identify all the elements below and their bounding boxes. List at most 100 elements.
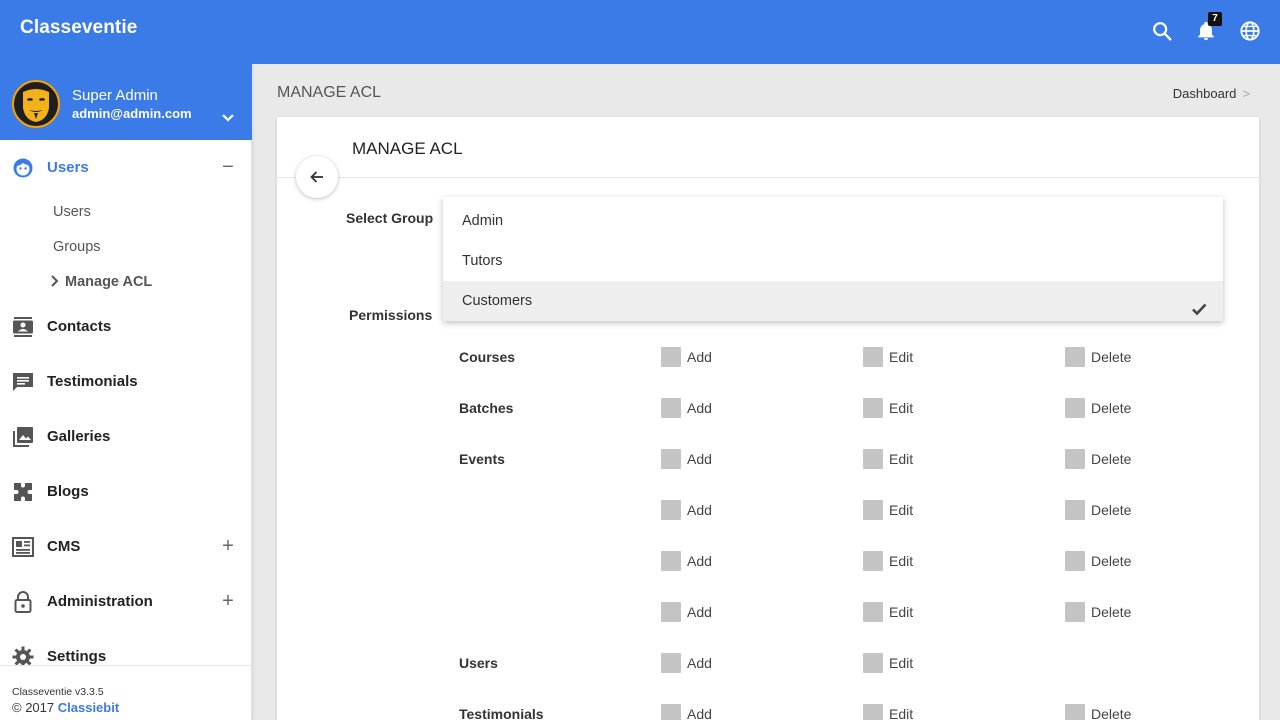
sidebar-item-users[interactable]: Users − — [0, 148, 251, 188]
permission-delete-checkbox[interactable] — [1065, 704, 1085, 720]
permission-edit-checkbox[interactable] — [863, 449, 883, 469]
lock-icon — [11, 590, 35, 614]
sidebar-footer: Classeventie v3.3.5 © 2017 Classiebit — [0, 665, 251, 720]
group-option-customers[interactable]: Customers — [443, 281, 1223, 321]
permission-edit-label: Edit — [889, 553, 914, 569]
group-select-dropdown[interactable]: Admin Tutors Customers — [443, 197, 1223, 321]
permission-module-label: Events — [459, 451, 505, 467]
group-option-admin[interactable]: Admin — [443, 201, 1223, 241]
permission-delete-checkbox[interactable] — [1065, 347, 1085, 367]
back-button[interactable] — [296, 156, 338, 198]
permission-module-label: Users — [459, 655, 498, 671]
permission-delete-checkbox[interactable] — [1065, 398, 1085, 418]
collapse-minus-icon[interactable]: − — [218, 157, 238, 177]
sidebar: Super Admin admin@admin.com Users − User… — [0, 64, 252, 720]
permission-add-label: Add — [687, 655, 712, 671]
sidebar-item-label: Contacts — [47, 318, 112, 335]
sidebar-item-galleries[interactable]: Galleries — [0, 417, 251, 457]
profile-email: admin@admin.com — [72, 106, 192, 121]
select-group-label: Select Group — [346, 210, 434, 226]
sidebar-item-contacts[interactable]: Contacts — [0, 307, 251, 347]
permission-module-label: Testimonials — [459, 706, 544, 720]
permission-add-checkbox[interactable] — [661, 449, 681, 469]
permission-delete-label: Delete — [1091, 349, 1132, 365]
puzzle-icon — [11, 480, 35, 504]
card-title: MANAGE ACL — [352, 139, 463, 158]
permission-add-label: Add — [687, 553, 712, 569]
permission-add-label: Add — [687, 502, 712, 518]
breadcrumb: Dashboard > — [1173, 86, 1250, 101]
permission-delete-checkbox[interactable] — [1065, 602, 1085, 622]
check-icon — [1191, 293, 1207, 316]
permission-add-checkbox[interactable] — [661, 653, 681, 673]
profile-panel: Super Admin admin@admin.com — [0, 64, 252, 140]
company-link[interactable]: Classiebit — [58, 700, 119, 715]
permission-edit-checkbox[interactable] — [863, 500, 883, 520]
permission-add-label: Add — [687, 451, 712, 467]
chevron-down-icon[interactable] — [218, 108, 238, 128]
notifications-button[interactable]: 7 — [1193, 12, 1222, 44]
permission-add-checkbox[interactable] — [661, 551, 681, 571]
permission-delete-checkbox[interactable] — [1065, 449, 1085, 469]
avatar[interactable] — [12, 80, 60, 128]
permission-add-label: Add — [687, 604, 712, 620]
chevron-right-icon — [50, 275, 60, 291]
comment-icon — [11, 370, 35, 394]
permission-delete-label: Delete — [1091, 502, 1132, 518]
top-app-bar: Classeventie 7 — [0, 0, 1280, 64]
sidebar-item-label: Testimonials — [47, 373, 138, 390]
page-title: MANAGE ACL — [277, 84, 382, 101]
sidebar-item-label: Administration — [47, 593, 153, 610]
permission-edit-label: Edit — [889, 349, 914, 365]
permission-delete-label: Delete — [1091, 400, 1132, 416]
permission-add-checkbox[interactable] — [661, 347, 681, 367]
group-option-tutors[interactable]: Tutors — [443, 241, 1223, 281]
permission-edit-checkbox[interactable] — [863, 398, 883, 418]
permission-edit-checkbox[interactable] — [863, 347, 883, 367]
permission-edit-checkbox[interactable] — [863, 602, 883, 622]
permission-edit-label: Edit — [889, 451, 914, 467]
breadcrumb-dashboard-link[interactable]: Dashboard — [1173, 86, 1237, 101]
permission-edit-checkbox[interactable] — [863, 653, 883, 673]
permission-add-label: Add — [687, 349, 712, 365]
permissions-label: Permissions — [349, 307, 433, 323]
permission-edit-label: Edit — [889, 400, 914, 416]
permission-edit-checkbox[interactable] — [863, 551, 883, 571]
sidebar-item-testimonials[interactable]: Testimonials — [0, 362, 251, 402]
permission-add-checkbox[interactable] — [661, 602, 681, 622]
permission-delete-label: Delete — [1091, 451, 1132, 467]
arrow-left-icon — [310, 171, 323, 183]
search-icon[interactable] — [1149, 18, 1175, 44]
notification-count-badge: 7 — [1208, 12, 1222, 26]
profile-name: Super Admin — [72, 87, 158, 104]
sidebar-subitem-groups[interactable]: Groups — [53, 239, 101, 255]
sidebar-item-blogs[interactable]: Blogs — [0, 472, 251, 512]
expand-plus-icon[interactable]: + — [218, 536, 238, 556]
manage-acl-card: MANAGE ACL Select Group Permissions Admi… — [277, 117, 1259, 720]
permission-delete-label: Delete — [1091, 706, 1132, 720]
photo-library-icon — [11, 425, 35, 449]
sidebar-item-label: Galleries — [47, 428, 111, 445]
permission-delete-label: Delete — [1091, 604, 1132, 620]
language-globe-icon[interactable] — [1237, 18, 1263, 44]
app-title[interactable]: Classeventie — [20, 17, 137, 39]
sidebar-subitem-label: Manage ACL — [65, 274, 153, 290]
divider — [277, 177, 1259, 178]
sidebar-item-label: Settings — [47, 648, 107, 665]
sidebar-subitem-manage-acl[interactable]: Manage ACL — [51, 274, 153, 290]
sidebar-subitem-users[interactable]: Users — [53, 204, 91, 220]
sidebar-item-administration[interactable]: Administration + — [0, 582, 251, 622]
permission-delete-checkbox[interactable] — [1065, 551, 1085, 571]
permission-add-label: Add — [687, 400, 712, 416]
permission-add-checkbox[interactable] — [661, 704, 681, 720]
sidebar-item-cms[interactable]: CMS + — [0, 527, 251, 567]
permission-add-checkbox[interactable] — [661, 500, 681, 520]
sidebar-item-label: CMS — [47, 538, 81, 555]
permission-delete-checkbox[interactable] — [1065, 500, 1085, 520]
permission-add-checkbox[interactable] — [661, 398, 681, 418]
expand-plus-icon[interactable]: + — [218, 591, 238, 611]
permission-edit-checkbox[interactable] — [863, 704, 883, 720]
permission-module-label: Courses — [459, 349, 516, 365]
copyright: © 2017 Classiebit — [12, 700, 119, 715]
permission-edit-label: Edit — [889, 706, 914, 720]
